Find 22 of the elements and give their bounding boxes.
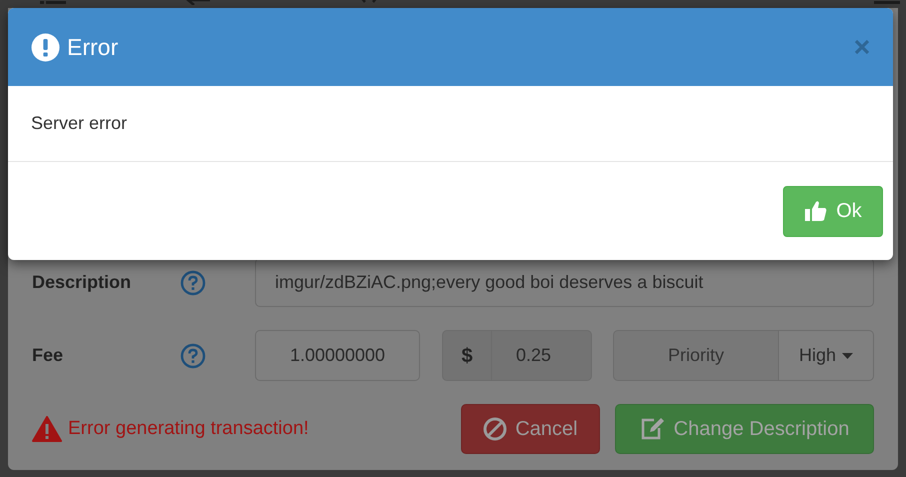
edit-icon (640, 417, 666, 441)
dialog-message: Server error (31, 112, 128, 135)
warning-icon (32, 416, 62, 442)
field-label: Fee (32, 344, 64, 367)
change-description-button[interactable]: Change Description (615, 404, 874, 454)
input-field[interactable]: 1.00000000 (255, 330, 420, 381)
ok-button[interactable]: Ok (783, 186, 883, 236)
dialog-title: Error (67, 32, 118, 62)
help-icon[interactable] (180, 270, 206, 296)
input-field[interactable]: 0.25 (492, 330, 592, 381)
help-icon[interactable] (180, 342, 206, 368)
priority-addon: Priority (613, 330, 779, 381)
cancel-button[interactable]: Cancel (461, 404, 600, 454)
close-icon[interactable] (854, 39, 870, 55)
caret-icon (842, 352, 854, 358)
thumbs-up-icon (804, 199, 828, 223)
alert-icon (31, 32, 60, 62)
priority-dropdown[interactable]: High (779, 330, 874, 381)
currency-addon: $ (442, 330, 492, 381)
error-message: Error generating transaction! (68, 416, 309, 441)
ban-icon (483, 417, 508, 441)
field-label: Description (32, 271, 132, 294)
